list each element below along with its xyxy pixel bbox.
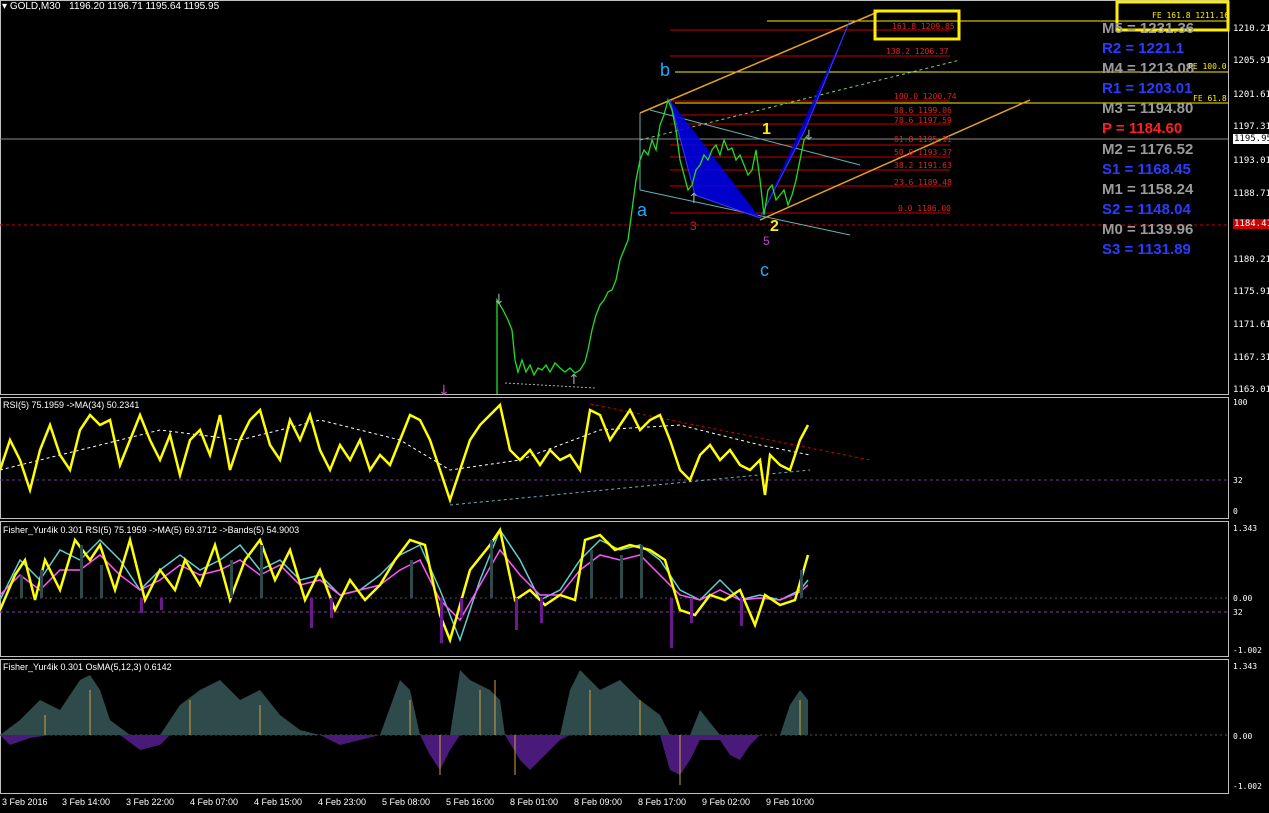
price-tick: 1171.61 bbox=[1233, 320, 1269, 330]
pivot-p: P = 1184.60 bbox=[1102, 120, 1183, 138]
fibo-label: 23.6 1189.48 bbox=[894, 178, 952, 187]
price-tick: 1193.01 bbox=[1233, 156, 1269, 166]
fisher1-histogram bbox=[20, 540, 803, 648]
fisher2-tick: 1.343 bbox=[1233, 662, 1258, 671]
price-tick: 1167.31 bbox=[1233, 353, 1269, 363]
svg-text:↑: ↑ bbox=[688, 191, 700, 207]
rsi-tick: 100 bbox=[1233, 398, 1248, 407]
price-tick: 1175.91 bbox=[1233, 287, 1269, 297]
pivot-levels: M5 = 1231.36 R2 = 1221.1 M4 = 1213.08 R1… bbox=[1102, 19, 1194, 260]
price-lines bbox=[0, 20, 1228, 226]
pivot-m0: M0 = 1139.96 bbox=[1102, 220, 1194, 238]
time-tick: 3 Feb 22:00 bbox=[126, 797, 175, 807]
wave-label-2: 2 bbox=[770, 218, 779, 235]
time-tick: 5 Feb 08:00 bbox=[382, 797, 431, 807]
pivot-r2: R2 = 1221.1 bbox=[1102, 40, 1185, 58]
time-tick: 5 Feb 16:00 bbox=[446, 797, 495, 807]
price-tick: 1210.21 bbox=[1233, 24, 1269, 34]
wave-label-3: 3 bbox=[690, 219, 697, 233]
chart-header: ▾ GOLD,M30 1196.20 1196.71 1195.64 1195.… bbox=[2, 1, 219, 12]
fibo-label: 100.0 1200.74 bbox=[894, 92, 957, 101]
time-axis[interactable]: 3 Feb 2016 3 Feb 14:00 3 Feb 22:00 4 Feb… bbox=[0, 797, 1228, 813]
time-tick: 9 Feb 02:00 bbox=[702, 797, 751, 807]
pivot-m2: M2 = 1176.52 bbox=[1102, 140, 1194, 158]
rsi-title: RSI(5) 75.1959 ->MA(34) 50.2341 bbox=[3, 400, 140, 410]
fisher1-title: Fisher_Yur4ik 0.301 RSI(5) 75.1959 ->MA(… bbox=[3, 525, 300, 535]
time-tick: 8 Feb 09:00 bbox=[574, 797, 623, 807]
wave-label-a: a bbox=[637, 200, 648, 220]
fe-label-mid: FE 100.0 bbox=[1188, 62, 1227, 71]
trend-channels bbox=[504, 10, 1031, 389]
current-price-tag: 1195.95 bbox=[1233, 134, 1269, 144]
price-tick: 1180.21 bbox=[1233, 255, 1269, 265]
fibo-label: 78.6 1197.59 bbox=[894, 116, 952, 125]
fe-label-top: FE 161.8 1211.16 bbox=[1152, 11, 1230, 20]
fisher2-tick: -1.002 bbox=[1233, 782, 1262, 791]
fisher1-tick: 32 bbox=[1233, 608, 1243, 617]
time-tick: 9 Feb 10:00 bbox=[766, 797, 815, 807]
fibo-label: 88.6 1199.06 bbox=[894, 106, 952, 115]
ohlc-values: 1196.20 1196.71 1195.64 1195.95 bbox=[69, 1, 220, 12]
pivot-m5: M5 = 1231.36 bbox=[1102, 20, 1195, 37]
panel-frames bbox=[0, 0, 1229, 794]
svg-text:↑: ↑ bbox=[568, 372, 580, 388]
wave-label-1: 1 bbox=[762, 121, 771, 138]
svg-text:↓: ↓ bbox=[438, 383, 450, 399]
pivot-s3: S3 = 1131.89 bbox=[1102, 241, 1191, 259]
pivot-m4: M4 = 1213.08 bbox=[1102, 60, 1195, 78]
ref-price-tag: 1184.41 bbox=[1233, 219, 1269, 229]
fibo-label: 38.2 1191.63 bbox=[894, 161, 952, 170]
wave-label-c: c bbox=[760, 260, 769, 280]
fibo-label: 138.2 1206.37 bbox=[886, 47, 949, 56]
pivot-m1: M1 = 1158.24 bbox=[1102, 180, 1194, 198]
time-tick: 3 Feb 14:00 bbox=[62, 797, 111, 807]
time-tick: 8 Feb 17:00 bbox=[638, 797, 687, 807]
pivot-m3: M3 = 1194.80 bbox=[1102, 100, 1194, 118]
pivot-r1: R1 = 1203.01 bbox=[1102, 80, 1193, 98]
fisher2-title: Fisher_Yur4ik 0.301 OsMA(5,12,3) 0.6142 bbox=[3, 662, 172, 672]
price-tick: 1188.71 bbox=[1233, 189, 1269, 199]
fibo-label: 161.8 1209.85 bbox=[892, 22, 955, 31]
fisher2-histogram bbox=[0, 670, 1228, 785]
symbol-label[interactable]: GOLD,M30 bbox=[10, 1, 61, 12]
time-tick: 8 Feb 01:00 bbox=[510, 797, 559, 807]
chart-canvas[interactable]: ↓ ↑ ↑ ↓ ↓ bbox=[0, 0, 1269, 813]
price-tick: 1197.31 bbox=[1233, 122, 1269, 132]
harmonic-pattern bbox=[669, 19, 851, 219]
price-tick: 1205.91 bbox=[1233, 56, 1269, 66]
fibo-label: 0.0 1186.00 bbox=[898, 204, 951, 213]
price-tick: 1163.01 bbox=[1233, 385, 1269, 395]
time-tick: 4 Feb 23:00 bbox=[318, 797, 367, 807]
fisher1-tick: -1.002 bbox=[1233, 646, 1262, 655]
fe-label-low: FE 61.8 bbox=[1193, 94, 1227, 103]
time-tick: 4 Feb 15:00 bbox=[254, 797, 303, 807]
fisher1-lines bbox=[0, 526, 1228, 644]
price-axis[interactable]: 1210.21 1205.91 1201.61 1197.31 1193.01 … bbox=[1233, 0, 1269, 395]
time-tick: 4 Feb 07:00 bbox=[190, 797, 239, 807]
svg-text:↓: ↓ bbox=[493, 292, 505, 308]
rsi-lines bbox=[0, 402, 1228, 506]
fibo-label: 50.0 1193.37 bbox=[894, 148, 952, 157]
svg-text:↓: ↓ bbox=[803, 128, 815, 144]
price-candles bbox=[496, 97, 809, 394]
rsi-tick: 0 bbox=[1233, 507, 1238, 516]
pivot-s2: S2 = 1148.04 bbox=[1102, 200, 1191, 218]
fibo-label: 61.8 1195.11 bbox=[894, 135, 952, 144]
price-tick: 1201.61 bbox=[1233, 90, 1269, 100]
time-tick: 3 Feb 2016 bbox=[2, 797, 48, 807]
wave-label-5: 5 bbox=[763, 234, 770, 248]
fisher1-tick: 1.343 bbox=[1233, 524, 1258, 533]
fisher1-tick: 0.00 bbox=[1233, 594, 1253, 603]
pivot-s1: S1 = 1168.45 bbox=[1102, 160, 1191, 178]
triangle-down-icon[interactable]: ▾ bbox=[2, 1, 7, 12]
rsi-tick: 32 bbox=[1233, 476, 1243, 485]
wave-label-b: b bbox=[660, 60, 671, 80]
fisher2-tick: 0.00 bbox=[1233, 732, 1253, 741]
